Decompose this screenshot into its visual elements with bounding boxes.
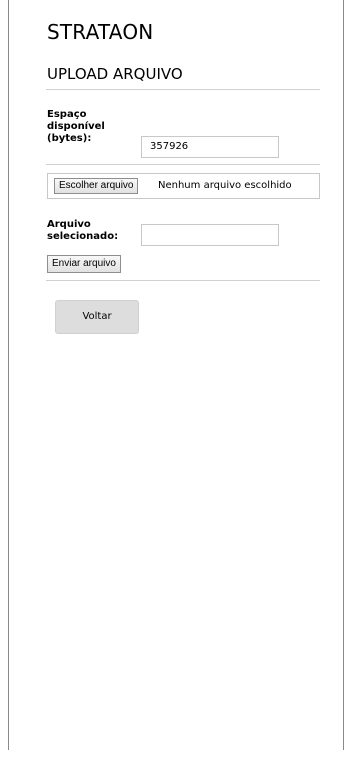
file-status-text: Nenhum arquivo escolhido: [158, 180, 292, 191]
title-divider: [46, 89, 320, 90]
brand-title: STRATAON: [47, 20, 154, 44]
selected-file-field[interactable]: [141, 224, 279, 246]
selected-file-label-line-2: selecionado:: [47, 231, 119, 242]
file-picker[interactable]: Escolher arquivo Nenhum arquivo escolhid…: [47, 173, 320, 199]
choose-file-button[interactable]: Escolher arquivo: [54, 178, 139, 194]
storage-label-line-2: disponível: [47, 121, 105, 132]
available-space-field[interactable]: 357926: [141, 136, 279, 158]
selected-file-label-line-1: Arquivo: [47, 219, 91, 230]
storage-divider: [46, 164, 320, 165]
page-title: UPLOAD ARQUIVO: [47, 65, 183, 83]
storage-label: Espaço disponível (bytes):: [47, 109, 105, 145]
actions-divider: [46, 280, 320, 281]
selected-file-label: Arquivo selecionado:: [47, 219, 118, 243]
storage-label-line-1: Espaço: [47, 109, 87, 120]
upload-page: STRATAON UPLOAD ARQUIVO Espaço disponíve…: [8, 0, 344, 750]
send-file-button[interactable]: Enviar arquivo: [47, 255, 121, 273]
back-button[interactable]: Voltar: [55, 300, 139, 334]
storage-label-line-3: (bytes):: [47, 133, 92, 144]
